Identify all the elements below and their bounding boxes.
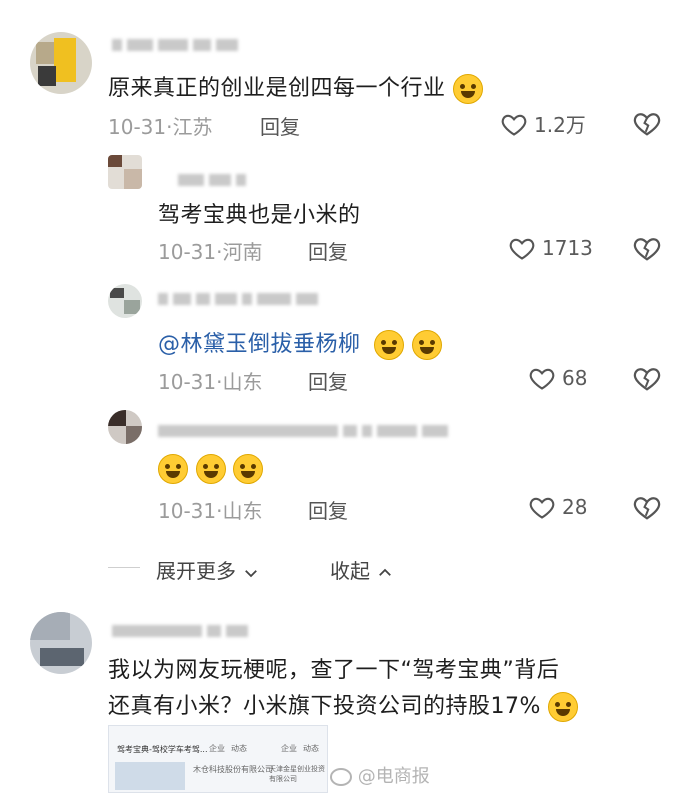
comment-location: 江苏: [172, 115, 213, 139]
weibo-icon: [330, 768, 352, 786]
reply-button[interactable]: 回复: [308, 495, 348, 524]
avatar[interactable]: [108, 155, 142, 189]
thumbnail-tab: 企业: [281, 744, 297, 753]
comment-text: 我以为网友玩梗呢，查了一下“驾考宝典”背后: [108, 658, 560, 683]
thumbnail-company: 木仓科技股份有限公司: [193, 765, 273, 774]
dislike-icon[interactable]: [632, 363, 662, 393]
thread-divider: [108, 567, 140, 568]
dislike-icon[interactable]: [632, 492, 662, 522]
like-button[interactable]: 1.2万: [500, 109, 586, 138]
laugh-cry-emoji: [548, 692, 579, 722]
expand-more-button[interactable]: 展开更多: [156, 555, 260, 584]
like-button[interactable]: 1713: [508, 234, 593, 262]
grin-sweat-emoji: [411, 330, 442, 360]
comment-meta: 10-31·山东: [158, 370, 263, 394]
reply-button[interactable]: 回复: [260, 111, 300, 140]
thumbnail-title: 驾考宝典-驾校学车考驾...: [117, 745, 208, 754]
comment-location: 山东: [222, 499, 263, 523]
chevron-down-icon: [245, 569, 258, 577]
heart-icon: [509, 238, 535, 260]
reply-button[interactable]: 回复: [308, 236, 348, 265]
like-count: 1713: [542, 236, 593, 260]
comment-date: 10-31: [158, 370, 217, 394]
chevron-up-icon: [379, 568, 392, 576]
comment-text: 还真有小米？小米旗下投资公司的持股17%: [108, 688, 579, 722]
avatar[interactable]: [30, 32, 92, 94]
dislike-icon[interactable]: [632, 108, 662, 138]
reply-text: @林黛玉倒拔垂杨柳: [158, 326, 442, 360]
thumbnail-tab: 动态: [303, 744, 319, 753]
like-count: 28: [562, 495, 588, 519]
heart-icon: [501, 114, 527, 136]
heart-icon: [529, 497, 555, 519]
avatar[interactable]: [30, 612, 92, 674]
thumbnail-company: 天津金星创业投资有限公司: [269, 765, 325, 783]
reply-text: 驾考宝典也是小米的: [158, 203, 361, 228]
attached-image[interactable]: 驾考宝典-驾校学车考驾... 企业 动态 企业 动态 木仓科技股份有限公司 天津…: [108, 725, 328, 793]
watermark: @电商报: [330, 762, 430, 788]
like-button[interactable]: 68: [528, 364, 587, 392]
dizzy-emoji: [158, 454, 188, 484]
comment-date: 10-31: [158, 499, 217, 523]
dizzy-emoji: [233, 454, 263, 484]
username-blurred[interactable]: [112, 38, 238, 52]
laugh-cry-emoji: [453, 74, 484, 104]
avatar[interactable]: [108, 284, 142, 318]
username-blurred[interactable]: [158, 292, 318, 306]
like-count: 1.2万: [534, 113, 586, 137]
comment-text: 原来真正的创业是创四每一个行业: [108, 70, 484, 104]
thumbnail-tab: 企业: [209, 744, 225, 753]
dizzy-emoji: [195, 454, 226, 484]
reply-text: [158, 454, 263, 484]
comment-meta: 10-31·河南: [158, 240, 263, 264]
dislike-icon[interactable]: [632, 233, 662, 263]
mention-link[interactable]: @林黛玉倒拔垂杨柳: [158, 332, 361, 357]
comment-meta: 10-31·山东: [158, 499, 263, 523]
username-blurred[interactable]: [178, 173, 246, 187]
like-count: 68: [562, 366, 588, 390]
comment-location: 河南: [222, 240, 263, 264]
comment-date: 10-31: [158, 240, 217, 264]
comment-location: 山东: [222, 370, 263, 394]
username-blurred[interactable]: [112, 624, 248, 638]
comment-meta: 10-31·江苏: [108, 115, 213, 139]
username-blurred[interactable]: [158, 424, 448, 438]
reply-button[interactable]: 回复: [308, 366, 348, 395]
thumbnail-tab: 动态: [231, 744, 247, 753]
comment-date: 10-31: [108, 115, 167, 139]
heart-icon: [529, 368, 555, 390]
thumbnail-image: [115, 762, 185, 790]
collapse-button[interactable]: 收起: [330, 555, 394, 584]
grin-sweat-emoji: [374, 330, 405, 360]
avatar[interactable]: [108, 410, 142, 444]
like-button[interactable]: 28: [528, 493, 587, 521]
